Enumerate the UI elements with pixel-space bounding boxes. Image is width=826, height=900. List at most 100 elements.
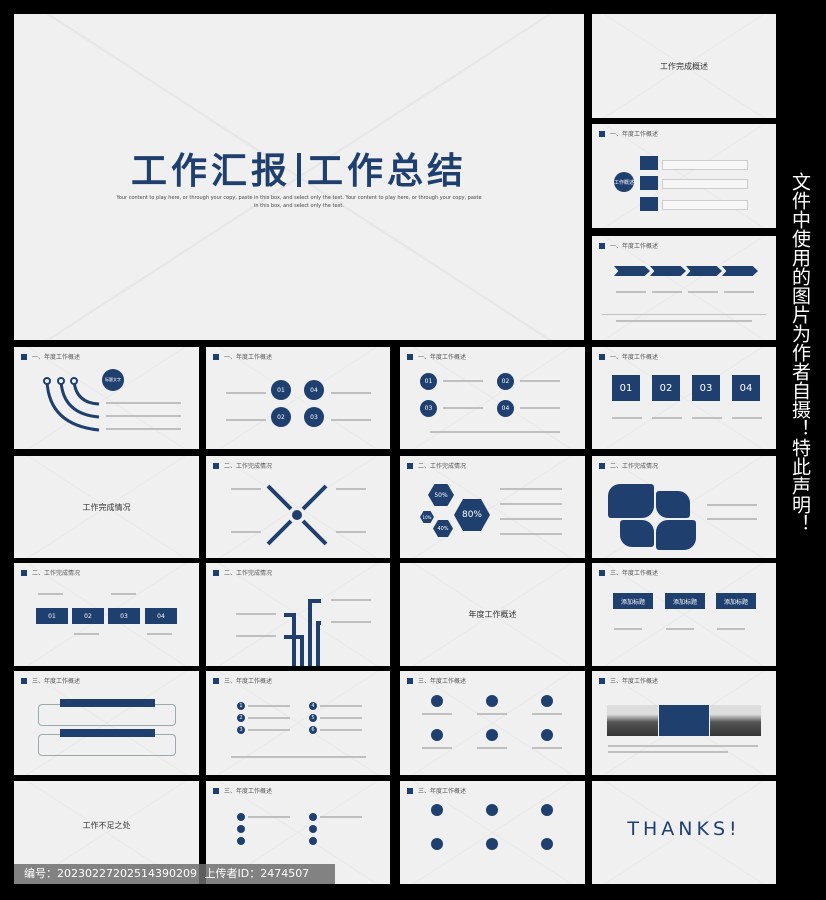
chapter-title: 年度工作概述: [468, 610, 517, 620]
photo: [710, 705, 761, 736]
slide-chapter-overview[interactable]: 年度工作概述: [400, 563, 585, 666]
section-title: 三、年度工作概述: [418, 788, 467, 795]
section-title: 一、年度工作概述: [224, 354, 273, 361]
callout-03: 03: [692, 375, 720, 401]
list-number: 4: [309, 702, 317, 710]
slide-completion-converge[interactable]: 二、工作完成情况: [206, 456, 390, 558]
slide-header: 三、年度工作概述: [213, 786, 272, 795]
main-title: 工作汇报 工作总结: [14, 142, 584, 194]
slide-overview-boxes[interactable]: 三、年度工作概述 添加标题 添加标题 添加标题: [592, 563, 776, 666]
square-icon: [599, 569, 605, 576]
slide-overview-chevrons[interactable]: 一、年度工作概述: [592, 236, 776, 340]
circle-01: 01: [420, 373, 437, 390]
slide-completion-uparrows[interactable]: 二、工作完成情况: [206, 563, 390, 666]
circle-03: 03: [420, 400, 437, 417]
slide-overview-bubbles[interactable]: 一、年度工作概述 01 04 02 03: [206, 347, 390, 449]
leaf: [608, 484, 654, 518]
hex-50: 50%: [428, 484, 454, 506]
step-01: 01: [36, 608, 68, 624]
main-subtitle: Your content to play here, or through yo…: [116, 195, 482, 209]
bubble-04: 04: [304, 380, 324, 400]
slide-header: 二、工作完成情况: [599, 461, 658, 470]
list-number: 6: [309, 726, 317, 734]
branch-arrows-icon: [284, 599, 321, 666]
hex-80: 80%: [454, 499, 490, 531]
bubble-01: 01: [271, 380, 291, 400]
slide-overview-curves[interactable]: 一、年度工作概述 标题文字: [14, 347, 199, 449]
converging-arrows-icon: [266, 484, 328, 546]
slide-overview-banners[interactable]: 三、年度工作概述: [14, 671, 199, 775]
square-icon: [407, 353, 413, 360]
icon-circle: [431, 838, 443, 850]
section-title: 一、年度工作概述: [610, 131, 659, 138]
hex-10: 10%: [420, 511, 434, 523]
list-number: 1: [237, 702, 245, 710]
badge: 标题文字: [102, 369, 124, 391]
slide-header: 三、年度工作概述: [407, 786, 466, 795]
slide-header: 三、年度工作概述: [213, 676, 272, 685]
circle-04: 04: [497, 400, 514, 417]
slide-header: 一、年度工作概述: [213, 352, 272, 361]
bubble-02: 02: [271, 407, 291, 427]
slide-overview-icons[interactable]: 三、年度工作概述: [400, 671, 585, 775]
chevron: [614, 266, 650, 276]
title-left: 工作汇报: [130, 151, 291, 192]
square-icon: [407, 677, 413, 684]
slide-thanks[interactable]: THANKS!: [592, 781, 776, 884]
list-number: 3: [237, 726, 245, 734]
leaf: [656, 520, 696, 550]
icon-circle: [431, 804, 443, 816]
flow-box: [640, 176, 658, 190]
square-icon: [599, 242, 605, 249]
uploader-id: 上传者ID：2474507: [204, 867, 310, 880]
flow-center: 工作概述: [614, 172, 634, 192]
slide-overview-circles[interactable]: 一、年度工作概述 01 02 03 04: [400, 347, 585, 449]
slide-completion-overview[interactable]: 工作完成概述: [592, 14, 776, 118]
section-title: 三、年度工作概述: [418, 678, 467, 685]
title-box: 添加标题: [665, 593, 705, 609]
section-title: 二、工作完成情况: [32, 570, 81, 577]
slide-heading: 工作完成概述: [660, 61, 708, 71]
footer-info-bar: 编号：20230227202514390209 上传者ID：2474507: [14, 864, 335, 884]
square-icon: [407, 787, 413, 794]
list-number: [237, 813, 245, 821]
slide-completion-hexagons[interactable]: 二、工作完成情况 50% 80% 10% 40%: [400, 456, 585, 558]
square-icon: [599, 353, 605, 360]
leaf: [620, 520, 654, 547]
section-title: 二、工作完成情况: [418, 463, 467, 470]
slide-overview-flow[interactable]: 一、年度工作概述 工作概述: [592, 124, 776, 228]
thanks-text: THANKS!: [627, 818, 741, 840]
slide-header: 一、年度工作概述: [599, 129, 658, 138]
slide-overview-photos[interactable]: 三、年度工作概述: [592, 671, 776, 775]
slide-header: 三、年度工作概述: [407, 676, 466, 685]
list-number: 2: [237, 714, 245, 722]
square-icon: [407, 462, 413, 469]
slide-completion-timeline[interactable]: 二、工作完成情况 01 02 03 04: [14, 563, 199, 666]
icon-circle: [486, 695, 498, 707]
list-number: [309, 813, 317, 821]
slide-title[interactable]: 工作汇报 工作总结 Your content to play here, or t…: [14, 14, 584, 340]
chevron: [722, 266, 758, 276]
slide-overview-callouts[interactable]: 一、年度工作概述 01 02 03 04: [592, 347, 776, 449]
slide-header: 一、年度工作概述: [407, 352, 466, 361]
section-title: 三、年度工作概述: [610, 678, 659, 685]
slide-completion-leaves[interactable]: 二、工作完成情况: [592, 456, 776, 558]
icon-circle: [431, 695, 443, 707]
slide-header: 三、年度工作概述: [599, 676, 658, 685]
square-icon: [213, 787, 219, 794]
icon-circle: [486, 804, 498, 816]
icon-circle: [541, 695, 553, 707]
photo-caption-box: [659, 705, 709, 736]
slide-shortcoming-icons[interactable]: 三、年度工作概述: [400, 781, 585, 884]
square-icon: [213, 353, 219, 360]
banner-header: [60, 699, 155, 707]
section-title: 三、年度工作概述: [32, 678, 81, 685]
chapter-title: 工作不足之处: [82, 821, 131, 831]
slide-chapter-completion[interactable]: 工作完成情况: [14, 456, 199, 558]
photo: [607, 705, 658, 736]
step-02: 02: [72, 608, 104, 624]
chapter-title: 工作完成情况: [82, 502, 131, 512]
slide-overview-list[interactable]: 三、年度工作概述 1 2 3 4 5 6: [206, 671, 390, 775]
callout-02: 02: [652, 375, 680, 401]
flow-box: [640, 197, 658, 211]
